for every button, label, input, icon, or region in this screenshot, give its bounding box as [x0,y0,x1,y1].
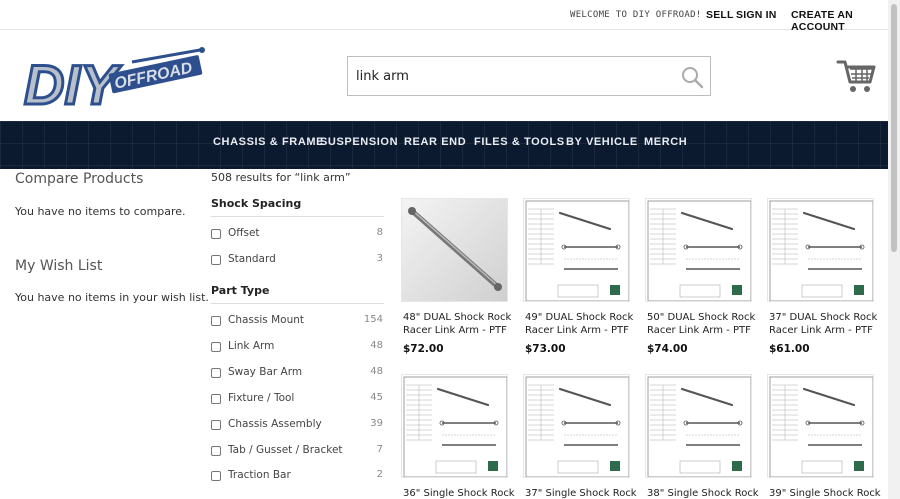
facet-option-link-arm[interactable]: Link Arm 48 [211,339,384,355]
logo-graphic: DIY OFFROAD [23,47,205,118]
facet-option-tab-gusset-bracket[interactable]: Tab / Gusset / Bracket 7 [211,443,384,459]
product-name[interactable]: 50" DUAL Shock Rock Racer Link Arm - PTF [647,311,767,337]
facet-option-fixture-tool[interactable]: Fixture / Tool 45 [211,391,384,407]
nav-item-suspension[interactable]: SUSPENSION [320,136,398,148]
nav-item-by-vehicle[interactable]: BY VEHICLE [566,136,638,148]
top-bar: WELCOME TO DIY OFFROAD! SELL SIGN IN CRE… [0,0,888,33]
facet-count: 39 [370,418,383,429]
product-name[interactable]: 37" Single Shock Rock [525,487,645,499]
compare-products-text: You have no items to compare. [15,205,186,218]
product-image[interactable] [645,374,752,478]
sign-in-link[interactable]: SIGN IN [736,9,777,21]
product-name[interactable]: 49" DUAL Shock Rock Racer Link Arm - PTF [525,311,645,337]
scrollbar-thumb[interactable] [891,4,897,252]
results-count: 508 results for “link arm” [211,171,351,184]
logo-primary-text: DIY [24,53,122,112]
checkbox[interactable] [211,446,221,456]
page-scrollbar[interactable] [888,0,900,499]
facet-count: 8 [376,227,383,238]
nav-item-chassis-frame[interactable]: CHASSIS & FRAME [213,136,324,148]
nav-item-merch[interactable]: MERCH [644,136,687,148]
product-image[interactable] [645,198,752,302]
facet-title-part-type: Part Type [211,284,270,297]
facet-divider [211,303,384,304]
facet-count: 2 [376,469,383,480]
product-price: $74.00 [647,343,688,355]
facet-option-offset[interactable]: Offset 8 [211,226,384,242]
product-price: $72.00 [403,343,444,355]
wishlist-title: My Wish List [15,258,103,274]
product-name[interactable]: 39" Single Shock Rock [769,487,889,499]
facet-count: 48 [370,340,383,351]
sell-link[interactable]: SELL [706,9,734,21]
wishlist-text: You have no items in your wish list. [15,291,209,304]
checkbox[interactable] [211,394,221,404]
facet-title-shock-spacing: Shock Spacing [211,197,302,210]
nav-item-rear-end[interactable]: REAR END [404,136,466,148]
checkbox[interactable] [211,471,221,481]
welcome-message: WELCOME TO DIY OFFROAD! [570,10,702,20]
product-image[interactable] [401,198,508,302]
product-name[interactable]: 48" DUAL Shock Rock Racer Link Arm - PTF [403,311,523,337]
compare-products-title: Compare Products [15,171,144,187]
checkbox[interactable] [211,229,221,239]
nav-item-files-tools[interactable]: FILES & TOOLS [474,136,565,148]
product-name[interactable]: 37" DUAL Shock Rock Racer Link Arm - PTF [769,311,889,337]
facet-option-sway-bar-arm[interactable]: Sway Bar Arm 48 [211,365,384,381]
product-price: $73.00 [525,343,566,355]
checkbox[interactable] [211,420,221,430]
facet-divider [211,216,384,217]
site-logo[interactable]: DIY OFFROAD [22,46,208,118]
facet-count: 3 [376,253,383,264]
product-image[interactable] [767,198,874,302]
product-name[interactable]: 38" Single Shock Rock [647,487,767,499]
facet-option-traction-bar[interactable]: Traction Bar 2 [211,468,384,484]
checkbox[interactable] [211,342,221,352]
main-navigation: CHASSIS & FRAME SUSPENSION REAR END FILE… [0,121,888,169]
checkbox[interactable] [211,255,221,265]
facet-option-standard[interactable]: Standard 3 [211,252,384,268]
create-account-link[interactable]: CREATE AN ACCOUNT [791,9,888,33]
checkbox[interactable] [211,368,221,378]
facet-count: 154 [363,314,383,325]
facet-count: 45 [370,392,383,403]
facet-option-chassis-mount[interactable]: Chassis Mount 154 [211,313,384,329]
search-icon[interactable] [680,65,704,89]
facet-option-chassis-assembly[interactable]: Chassis Assembly 39 [211,417,384,433]
search-input[interactable] [356,66,676,86]
product-name[interactable]: 36" Single Shock Rock [403,487,523,499]
product-image[interactable] [401,374,508,478]
search-box [347,56,711,96]
product-price: $61.00 [769,343,810,355]
checkbox[interactable] [211,316,221,326]
product-image[interactable] [523,198,630,302]
product-image[interactable] [767,374,874,478]
facet-count: 7 [376,444,383,455]
product-image[interactable] [523,374,630,478]
cart-icon[interactable] [836,56,876,96]
facet-count: 48 [370,366,383,377]
